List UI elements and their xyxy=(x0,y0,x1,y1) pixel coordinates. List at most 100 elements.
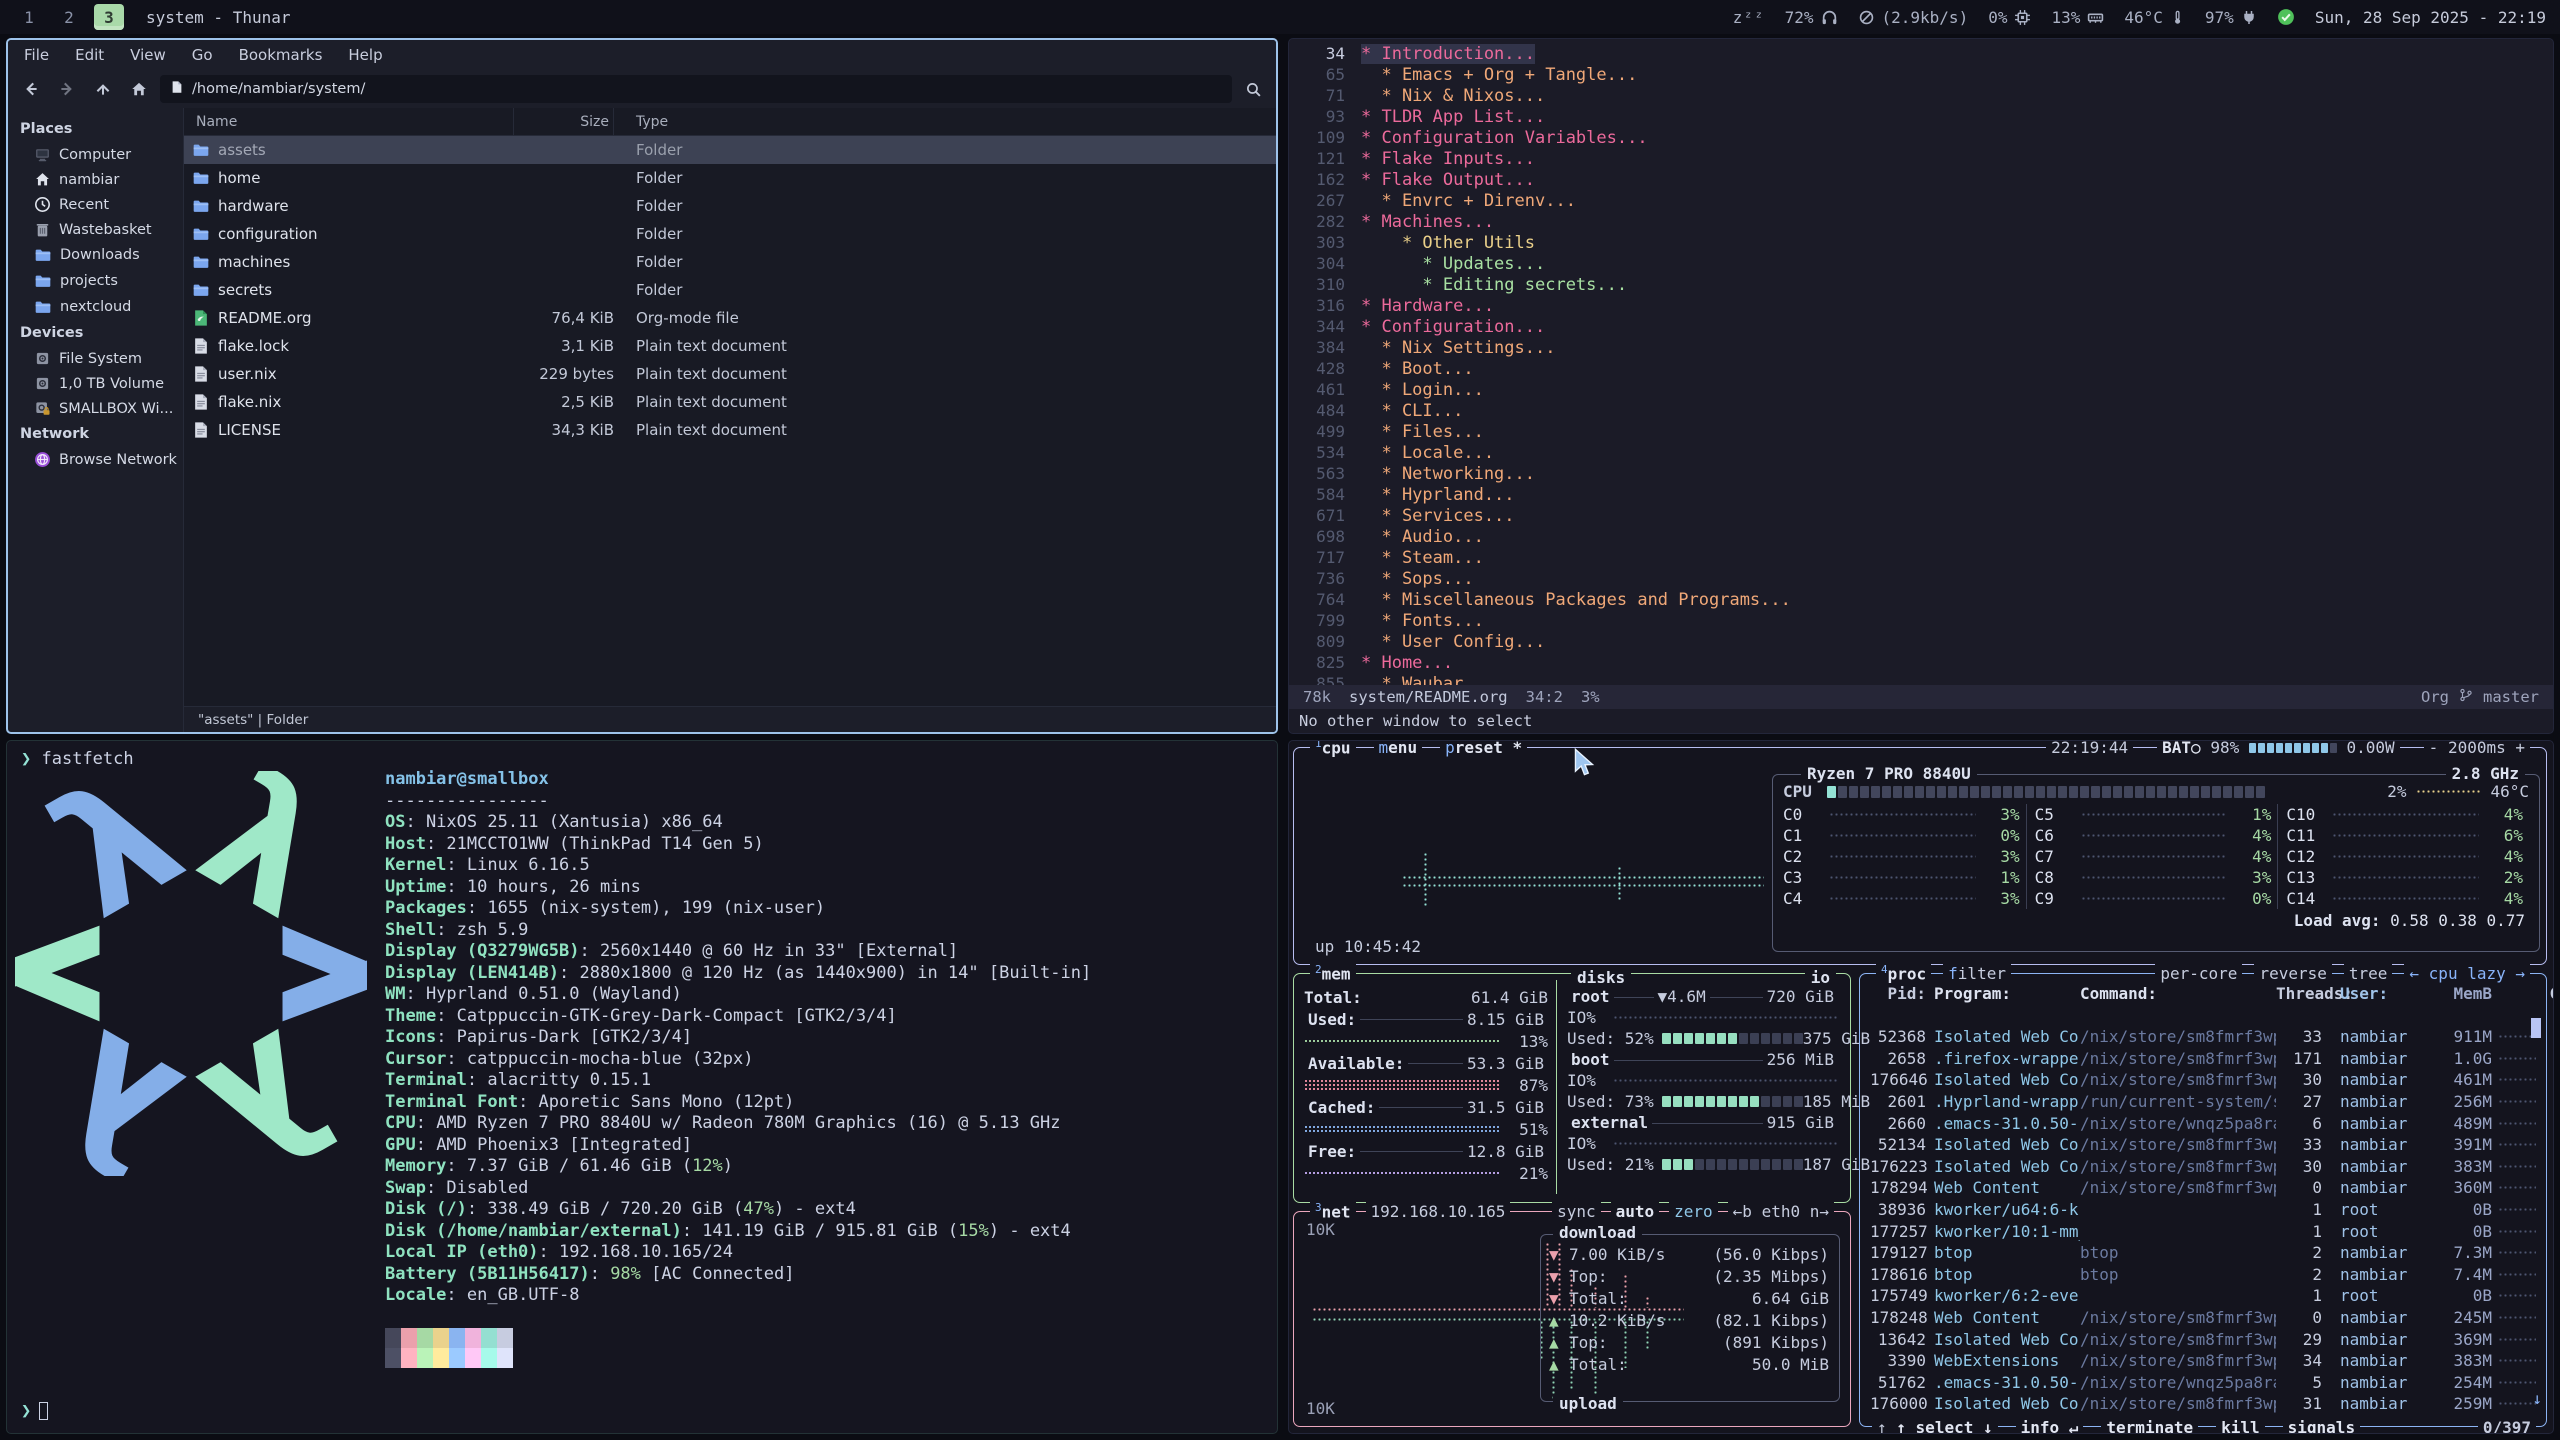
update-interval[interactable]: - 2000ms + xyxy=(2424,740,2530,757)
sidebar-item-browse-network[interactable]: Browse Network xyxy=(8,447,183,472)
sidebar-item-projects[interactable]: projects xyxy=(8,268,183,294)
key-kill[interactable]: kill xyxy=(2216,1418,2265,1434)
workspace-3[interactable]: 3 xyxy=(94,4,124,30)
clock[interactable]: Sun, 28 Sep 2025 - 22:19 xyxy=(2315,8,2546,27)
home-toolbar-icon[interactable] xyxy=(124,75,154,103)
sidebar-item-wastebasket[interactable]: Wastebasket xyxy=(8,217,183,242)
process-row[interactable]: 2660.emacs-31.0.50-/nix/store/wnqz5pa8ra… xyxy=(1870,1112,2534,1134)
tab-cpu[interactable]: 1cpu xyxy=(1310,740,1356,757)
org-heading-line[interactable]: 93 * TLDR App List... xyxy=(1289,106,2553,127)
file-row-LICENSE[interactable]: LICENSE 34,3 KiB Plain text document xyxy=(184,416,1276,444)
menu-help[interactable]: Help xyxy=(348,46,382,64)
process-row[interactable]: 177257kworker/10:1-mm_ 1root0B 0.0 xyxy=(1870,1220,2534,1242)
org-heading-line[interactable]: 809 * User Config... xyxy=(1289,631,2553,652)
shell-prompt[interactable]: ❯ xyxy=(21,1401,48,1421)
org-heading-line[interactable]: 162 * Flake Output... xyxy=(1289,169,2553,190)
process-row[interactable]: 13642Isolated Web Co/nix/store/sm8fmrf3w… xyxy=(1870,1328,2534,1350)
org-heading-line[interactable]: 799 * Fonts... xyxy=(1289,610,2553,631)
process-row[interactable]: 176000Isolated Web Co/nix/store/sm8fmrf3… xyxy=(1870,1393,2534,1415)
process-row[interactable]: 176223Isolated Web Co/nix/store/sm8fmrf3… xyxy=(1870,1156,2534,1178)
org-heading-line[interactable]: 563 * Networking... xyxy=(1289,463,2553,484)
key-signals[interactable]: signals xyxy=(2283,1418,2360,1434)
process-row[interactable]: 52368Isolated Web Co/nix/store/sm8fmrf3w… xyxy=(1870,1026,2534,1048)
idle-inhibitor[interactable]: zᶻᶻ xyxy=(1733,8,1765,27)
disks-title[interactable]: disks xyxy=(1571,968,1631,987)
tab-net[interactable]: 3net xyxy=(1310,1201,1356,1221)
proc-filter[interactable]: filter xyxy=(1943,964,2011,983)
process-row[interactable]: 52134Isolated Web Co/nix/store/sm8fmrf3w… xyxy=(1870,1134,2534,1156)
org-heading-line[interactable]: 267 * Envrc + Direnv... xyxy=(1289,190,2553,211)
process-row[interactable]: 38936kworker/u64:6-kc 1root0B 0.0 xyxy=(1870,1199,2534,1221)
file-row-configuration[interactable]: configuration Folder xyxy=(184,220,1276,248)
key-select[interactable]: ↑ ↑ select ↓ xyxy=(1872,1418,1998,1434)
temperature-module[interactable]: 46°C xyxy=(2124,8,2185,27)
org-heading-line[interactable]: 825 * Home... xyxy=(1289,652,2553,673)
org-heading-line[interactable]: 303 * Other Utils xyxy=(1289,232,2553,253)
file-list-header[interactable]: Name Size Type xyxy=(184,108,1276,136)
org-heading-line[interactable]: 671 * Services... xyxy=(1289,505,2553,526)
file-row-flake.lock[interactable]: flake.lock 3,1 KiB Plain text document xyxy=(184,332,1276,360)
process-row[interactable]: 178294Web Content/nix/store/sm8fmrf3wps4… xyxy=(1870,1177,2534,1199)
org-heading-line[interactable]: 428 * Boot... xyxy=(1289,358,2553,379)
network-module[interactable]: (2.9kb/s) xyxy=(1858,8,1969,27)
org-heading-line[interactable]: 304 * Updates... xyxy=(1289,253,2553,274)
org-heading-line[interactable]: 344 * Configuration... xyxy=(1289,316,2553,337)
file-row-assets[interactable]: assets Folder xyxy=(184,136,1276,164)
tab-preset[interactable]: preset * xyxy=(1440,740,1527,757)
org-heading-line[interactable]: 717 * Steam... xyxy=(1289,547,2553,568)
org-heading-line[interactable]: 34 * Introduction... xyxy=(1289,43,2553,64)
sidebar-item-downloads[interactable]: Downloads xyxy=(8,242,183,268)
cpu-module[interactable]: 0% xyxy=(1988,8,2031,27)
process-row[interactable]: 176646Isolated Web Co/nix/store/sm8fmrf3… xyxy=(1870,1069,2534,1091)
io-title[interactable]: io xyxy=(1805,968,1836,987)
net-tab-sync[interactable]: sync xyxy=(1552,1202,1601,1221)
tab-menu[interactable]: menu xyxy=(1374,740,1423,757)
workspace-1[interactable]: 1 xyxy=(14,4,44,30)
org-buffer[interactable]: 34 * Introduction... 65 * Emacs + Org + … xyxy=(1289,39,2553,685)
org-heading-line[interactable]: 499 * Files... xyxy=(1289,421,2553,442)
file-row-secrets[interactable]: secrets Folder xyxy=(184,276,1276,304)
sidebar-item-nambiar[interactable]: nambiar xyxy=(8,167,183,192)
volume-module[interactable]: 72% xyxy=(1785,8,1838,27)
org-heading-line[interactable]: 310 * Editing secrets... xyxy=(1289,274,2553,295)
tray-ok-icon[interactable] xyxy=(2277,8,2295,26)
up-icon[interactable] xyxy=(88,75,118,103)
memory-module[interactable]: 13% xyxy=(2051,8,2104,27)
org-heading-line[interactable]: 109 * Configuration Variables... xyxy=(1289,127,2553,148)
process-row[interactable]: 2658.firefox-wrappe/nix/store/sm8fmrf3wp… xyxy=(1870,1048,2534,1070)
org-heading-line[interactable]: 584 * Hyprland... xyxy=(1289,484,2553,505)
menu-go[interactable]: Go xyxy=(192,46,213,64)
process-row[interactable]: 3390WebExtensions/nix/store/sm8fmrf3wps4… xyxy=(1870,1350,2534,1372)
org-heading-line[interactable]: 461 * Login... xyxy=(1289,379,2553,400)
org-heading-line[interactable]: 65 * Emacs + Org + Tangle... xyxy=(1289,64,2553,85)
workspace-2[interactable]: 2 xyxy=(54,4,84,30)
back-icon[interactable] xyxy=(16,75,46,103)
file-row-README.org[interactable]: README.org 76,4 KiB Org-mode file xyxy=(184,304,1276,332)
process-row[interactable]: 179127btopbtop 2nambiar7.3M 0.0 xyxy=(1870,1242,2534,1264)
tab-proc[interactable]: 4proc xyxy=(1876,963,1931,983)
net-tab-auto[interactable]: auto xyxy=(1611,1202,1660,1221)
battery-module[interactable]: 97% xyxy=(2205,8,2257,27)
menu-bookmarks[interactable]: Bookmarks xyxy=(239,46,323,64)
org-heading-line[interactable]: 71 * Nix & Nixos... xyxy=(1289,85,2553,106)
key-terminate[interactable]: terminate xyxy=(2101,1418,2198,1434)
file-row-home[interactable]: home Folder xyxy=(184,164,1276,192)
process-row[interactable]: 51762.emacs-31.0.50-/nix/store/wnqz5pa8r… xyxy=(1870,1372,2534,1394)
org-heading-line[interactable]: 484 * CLI... xyxy=(1289,400,2553,421)
org-heading-line[interactable]: 121 * Flake Inputs... xyxy=(1289,148,2553,169)
sidebar-item-recent[interactable]: Recent xyxy=(8,192,183,217)
file-row-flake.nix[interactable]: flake.nix 2,5 KiB Plain text document xyxy=(184,388,1276,416)
proc-option-tree[interactable]: tree xyxy=(2344,964,2393,983)
process-row[interactable]: 2601.Hyprland-wrapp/run/current-system/s… xyxy=(1870,1091,2534,1113)
process-row[interactable]: 178248Web Content/nix/store/sm8fmrf3wps4… xyxy=(1870,1307,2534,1329)
search-icon[interactable] xyxy=(1238,75,1268,103)
proc-option-percore[interactable]: per-core xyxy=(2155,964,2242,983)
file-row-hardware[interactable]: hardware Folder xyxy=(184,192,1276,220)
file-row-user.nix[interactable]: user.nix 229 bytes Plain text document xyxy=(184,360,1276,388)
org-heading-line[interactable]: 384 * Nix Settings... xyxy=(1289,337,2553,358)
org-heading-line[interactable]: 698 * Audio... xyxy=(1289,526,2553,547)
proc-option-reverse[interactable]: reverse xyxy=(2254,964,2331,983)
sidebar-item-nextcloud[interactable]: nextcloud xyxy=(8,294,183,320)
net-interface[interactable]: ←b eth0 n→ xyxy=(1728,1202,1834,1221)
sidebar-item-computer[interactable]: Computer xyxy=(8,142,183,167)
